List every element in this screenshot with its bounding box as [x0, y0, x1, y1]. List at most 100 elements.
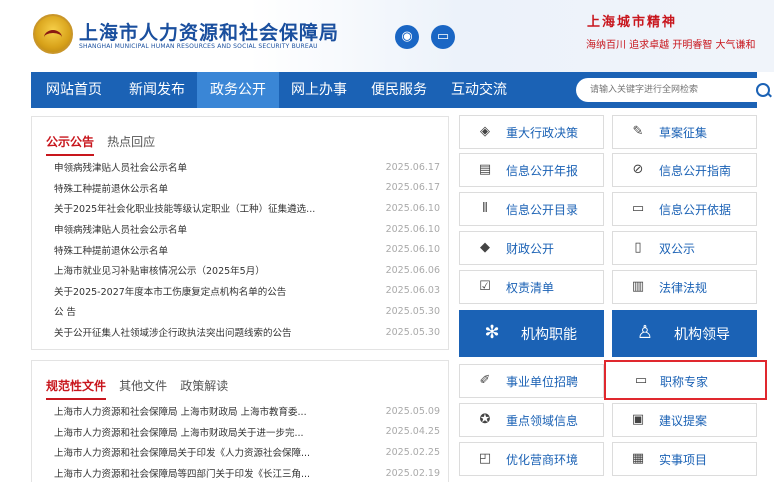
- tab-policy-interpretation[interactable]: 政策解读: [180, 377, 228, 394]
- site-header: 上海市人力资源和社会保障局 SHANGHAI MUNICIPAL HUMAN R…: [0, 0, 774, 72]
- checklist-icon: ☑: [479, 279, 491, 294]
- item-date: 2025.06.10: [385, 202, 440, 214]
- nav-online-services[interactable]: 网上办事: [279, 72, 359, 108]
- notice-tabs: 公示公告 热点回应: [46, 131, 163, 156]
- item-title[interactable]: 关于2025年社会化职业技能等级认定职业（工种）征集遴选...: [54, 201, 315, 215]
- button-label: 事业单位招聘: [506, 375, 579, 389]
- practical-projects-button[interactable]: ▦ 实事项目: [612, 442, 757, 476]
- compass-icon: ⊘: [632, 162, 644, 177]
- item-date: 2025.02.25: [385, 446, 440, 458]
- item-title[interactable]: 申领病残津贴人员社会公示名单: [54, 160, 187, 174]
- button-label: 信息公开年报: [506, 164, 579, 178]
- org-icon: ✻: [484, 322, 500, 343]
- board-icon: ▣: [631, 412, 645, 427]
- item-date: 2025.05.09: [385, 405, 440, 417]
- edit-icon: ✐: [479, 373, 491, 388]
- draft-collection-button[interactable]: ✎ 草案征集: [612, 115, 757, 149]
- tab-normative-docs[interactable]: 规范性文件: [46, 377, 107, 400]
- power-list-button[interactable]: ☑ 权责清单: [459, 270, 604, 304]
- list-item[interactable]: 上海市就业见习补贴审核情况公示（2025年5月） 2025.06.06: [54, 260, 440, 281]
- list-item[interactable]: 特殊工种提前退休公示名单 2025.06.10: [54, 239, 440, 260]
- disclosure-guide-button[interactable]: ⊘ 信息公开指南: [612, 153, 757, 187]
- document-icon: ▤: [478, 162, 492, 177]
- pen-icon: ✎: [632, 124, 644, 139]
- monitor-icon: ▭: [631, 201, 645, 216]
- item-title[interactable]: 上海市就业见习补贴审核情况公示（2025年5月）: [54, 263, 265, 277]
- button-label: 财政公开: [506, 242, 555, 256]
- item-date: 2025.06.10: [385, 223, 440, 235]
- item-title[interactable]: 上海市人力资源和社会保障局等四部门关于印发《长江三角...: [54, 466, 310, 480]
- list-item[interactable]: 关于2025-2027年度本市工伤康复定点机构名单的公告 2025.06.03: [54, 281, 440, 302]
- disclosure-basis-button[interactable]: ▭ 信息公开依据: [612, 192, 757, 226]
- button-label: 双公示: [659, 242, 696, 256]
- tab-hot-responses[interactable]: 热点回应: [107, 133, 155, 150]
- item-title[interactable]: 上海市人力资源和社会保障局 上海市财政局 上海市教育委...: [54, 404, 307, 418]
- bar-chart-icon: ⫴: [482, 201, 488, 216]
- search-input[interactable]: [590, 81, 750, 99]
- item-title[interactable]: 申领病残津贴人员社会公示名单: [54, 222, 187, 236]
- nav-news[interactable]: 新闻发布: [117, 72, 197, 108]
- finance-disclosure-button[interactable]: ◆ 财政公开: [459, 231, 604, 265]
- proposals-button[interactable]: ▣ 建议提案: [612, 403, 757, 437]
- nav-interaction[interactable]: 互动交流: [439, 72, 519, 108]
- button-label: 机构职能: [521, 327, 577, 343]
- button-label: 信息公开目录: [506, 203, 579, 217]
- dual-publicity-button[interactable]: ▯ 双公示: [612, 231, 757, 265]
- key-areas-button[interactable]: ✪ 重点领域信息: [459, 403, 604, 437]
- policy-tabs: 规范性文件 其他文件 政策解读: [46, 375, 236, 400]
- list-item[interactable]: 关于公开征集人社领域涉企行政执法突出问题线索的公告 2025.05.30: [54, 322, 440, 343]
- list-item[interactable]: 上海市人力资源和社会保障局 上海市财政局 上海市教育委... 2025.05.09: [54, 401, 440, 422]
- item-title[interactable]: 特殊工种提前退休公示名单: [54, 243, 168, 257]
- wechat-icon[interactable]: ▭: [431, 25, 455, 49]
- search-icon[interactable]: [756, 83, 770, 97]
- org-functions-button[interactable]: ✻ 机构职能: [459, 310, 604, 357]
- item-title[interactable]: 关于2025-2027年度本市工伤康复定点机构名单的公告: [54, 284, 286, 298]
- tab-other-docs[interactable]: 其他文件: [119, 377, 167, 394]
- frame-icon: ◰: [478, 451, 492, 466]
- major-decisions-button[interactable]: ◈ 重大行政决策: [459, 115, 604, 149]
- annual-report-button[interactable]: ▤ 信息公开年报: [459, 153, 604, 187]
- layers-icon: ◈: [480, 124, 490, 139]
- notice-list: 申领病残津贴人员社会公示名单 2025.06.17 特殊工种提前退休公示名单 202…: [54, 157, 440, 342]
- business-environment-button[interactable]: ◰ 优化营商环境: [459, 442, 604, 476]
- nav-convenience[interactable]: 便民服务: [359, 72, 439, 108]
- button-label: 信息公开指南: [659, 164, 732, 178]
- button-label: 法律法规: [659, 281, 708, 295]
- title-experts-button[interactable]: ▭ 职称专家: [604, 360, 767, 400]
- list-item[interactable]: 上海市人力资源和社会保障局等四部门关于印发《长江三角... 2025.02.19: [54, 463, 440, 483]
- search-box: [576, 78, 774, 102]
- nav-gov-affairs[interactable]: 政务公开: [197, 72, 279, 108]
- calendar-icon: ▦: [631, 451, 645, 466]
- list-item[interactable]: 特殊工种提前退休公示名单 2025.06.17: [54, 178, 440, 199]
- list-item[interactable]: 公 告 2025.05.30: [54, 301, 440, 322]
- button-label: 信息公开依据: [659, 203, 732, 217]
- item-title[interactable]: 上海市人力资源和社会保障局 上海市财政局关于进一步完...: [54, 425, 304, 439]
- item-date: 2025.04.25: [385, 426, 440, 438]
- disclosure-catalog-button[interactable]: ⫴ 信息公开目录: [459, 192, 604, 226]
- bureau-logo[interactable]: [33, 14, 73, 54]
- laws-button[interactable]: ▥ 法律法规: [612, 270, 757, 304]
- list-item[interactable]: 上海市人力资源和社会保障局关于印发《人力资源社会保障... 2025.02.25: [54, 442, 440, 463]
- item-date: 2025.06.17: [385, 182, 440, 194]
- org-leaders-button[interactable]: ♙ 机构领导: [612, 310, 757, 357]
- money-icon: ◆: [480, 240, 490, 255]
- item-title[interactable]: 上海市人力资源和社会保障局关于印发《人力资源社会保障...: [54, 445, 310, 459]
- list-item[interactable]: 申领病残津贴人员社会公示名单 2025.06.17: [54, 157, 440, 178]
- list-item[interactable]: 关于2025年社会化职业技能等级认定职业（工种）征集遴选... 2025.06.1…: [54, 198, 440, 219]
- main-nav: 网站首页 新闻发布 政务公开 网上办事 便民服务 互动交流: [31, 72, 774, 108]
- tab-notices[interactable]: 公示公告: [46, 133, 95, 156]
- button-label: 重点领域信息: [506, 414, 579, 428]
- nav-home[interactable]: 网站首页: [31, 72, 117, 108]
- site-title[interactable]: 上海市人力资源和社会保障局: [79, 18, 339, 45]
- leaders-icon: ♙: [636, 322, 654, 343]
- item-title[interactable]: 公 告: [54, 304, 76, 318]
- list-item[interactable]: 申领病残津贴人员社会公示名单 2025.06.10: [54, 219, 440, 240]
- item-date: 2025.06.10: [385, 244, 440, 256]
- recruitment-button[interactable]: ✐ 事业单位招聘: [459, 364, 604, 398]
- item-date: 2025.02.19: [385, 467, 440, 479]
- item-date: 2025.06.17: [385, 161, 440, 173]
- item-title[interactable]: 特殊工种提前退休公示名单: [54, 181, 168, 195]
- item-title[interactable]: 关于公开征集人社领域涉企行政执法突出问题线索的公告: [54, 325, 292, 339]
- list-item[interactable]: 上海市人力资源和社会保障局 上海市财政局关于进一步完... 2025.04.25: [54, 422, 440, 443]
- weibo-icon[interactable]: ◉: [395, 25, 419, 49]
